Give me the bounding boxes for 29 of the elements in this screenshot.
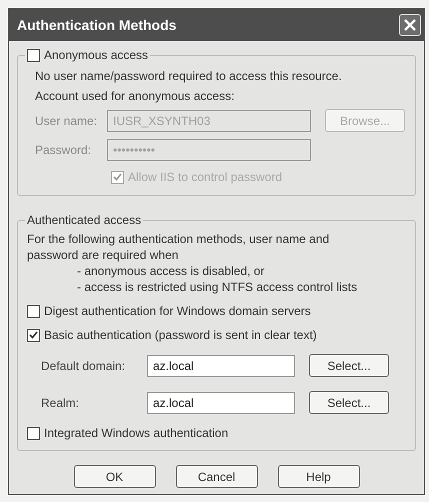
dialog-button[interactable]: Cancel [176, 465, 258, 488]
field-label: User name: [35, 114, 98, 128]
dialog-button[interactable]: OK [74, 465, 156, 488]
group-title: Authenticated access [27, 213, 142, 227]
checkbox[interactable] [27, 304, 40, 318]
field-label: Realm: [41, 396, 80, 410]
input-field[interactable]: az.local [147, 354, 295, 376]
select-button[interactable]: Select... [309, 354, 389, 377]
checkbox[interactable] [27, 426, 40, 440]
checkbox[interactable] [27, 328, 40, 342]
condition-text: - anonymous access is disabled, or [76, 263, 266, 279]
input-field[interactable]: az.local [147, 392, 295, 414]
field-label: Default domain: [41, 358, 126, 372]
condition-text: - access is restricted using NTFS access control lists [76, 279, 358, 295]
close-button[interactable] [399, 14, 421, 36]
checkbox-label: Basic authentication (password is sent in clear text) [44, 328, 317, 342]
checkbox-label: Allow IIS to control password [128, 170, 282, 184]
checkbox-label: Integrated Windows authentication [44, 426, 228, 440]
checkbox[interactable] [27, 48, 40, 62]
field-label: Password: [35, 142, 92, 156]
window-title: Authentication Methods [17, 17, 176, 33]
close-icon [404, 19, 416, 31]
checkbox-label: Digest authentication for Windows domain servers [44, 304, 311, 318]
checkbox-label: Anonymous access [44, 48, 148, 62]
intro-text: For the following authentication methods, user name and password are required when [27, 231, 330, 263]
description-text: No user name/password required to access this resource. [35, 69, 342, 83]
dialog-button[interactable]: Help [278, 465, 360, 488]
select-button[interactable]: Select... [309, 391, 389, 414]
account-label: Account used for anonymous access: [35, 89, 234, 103]
